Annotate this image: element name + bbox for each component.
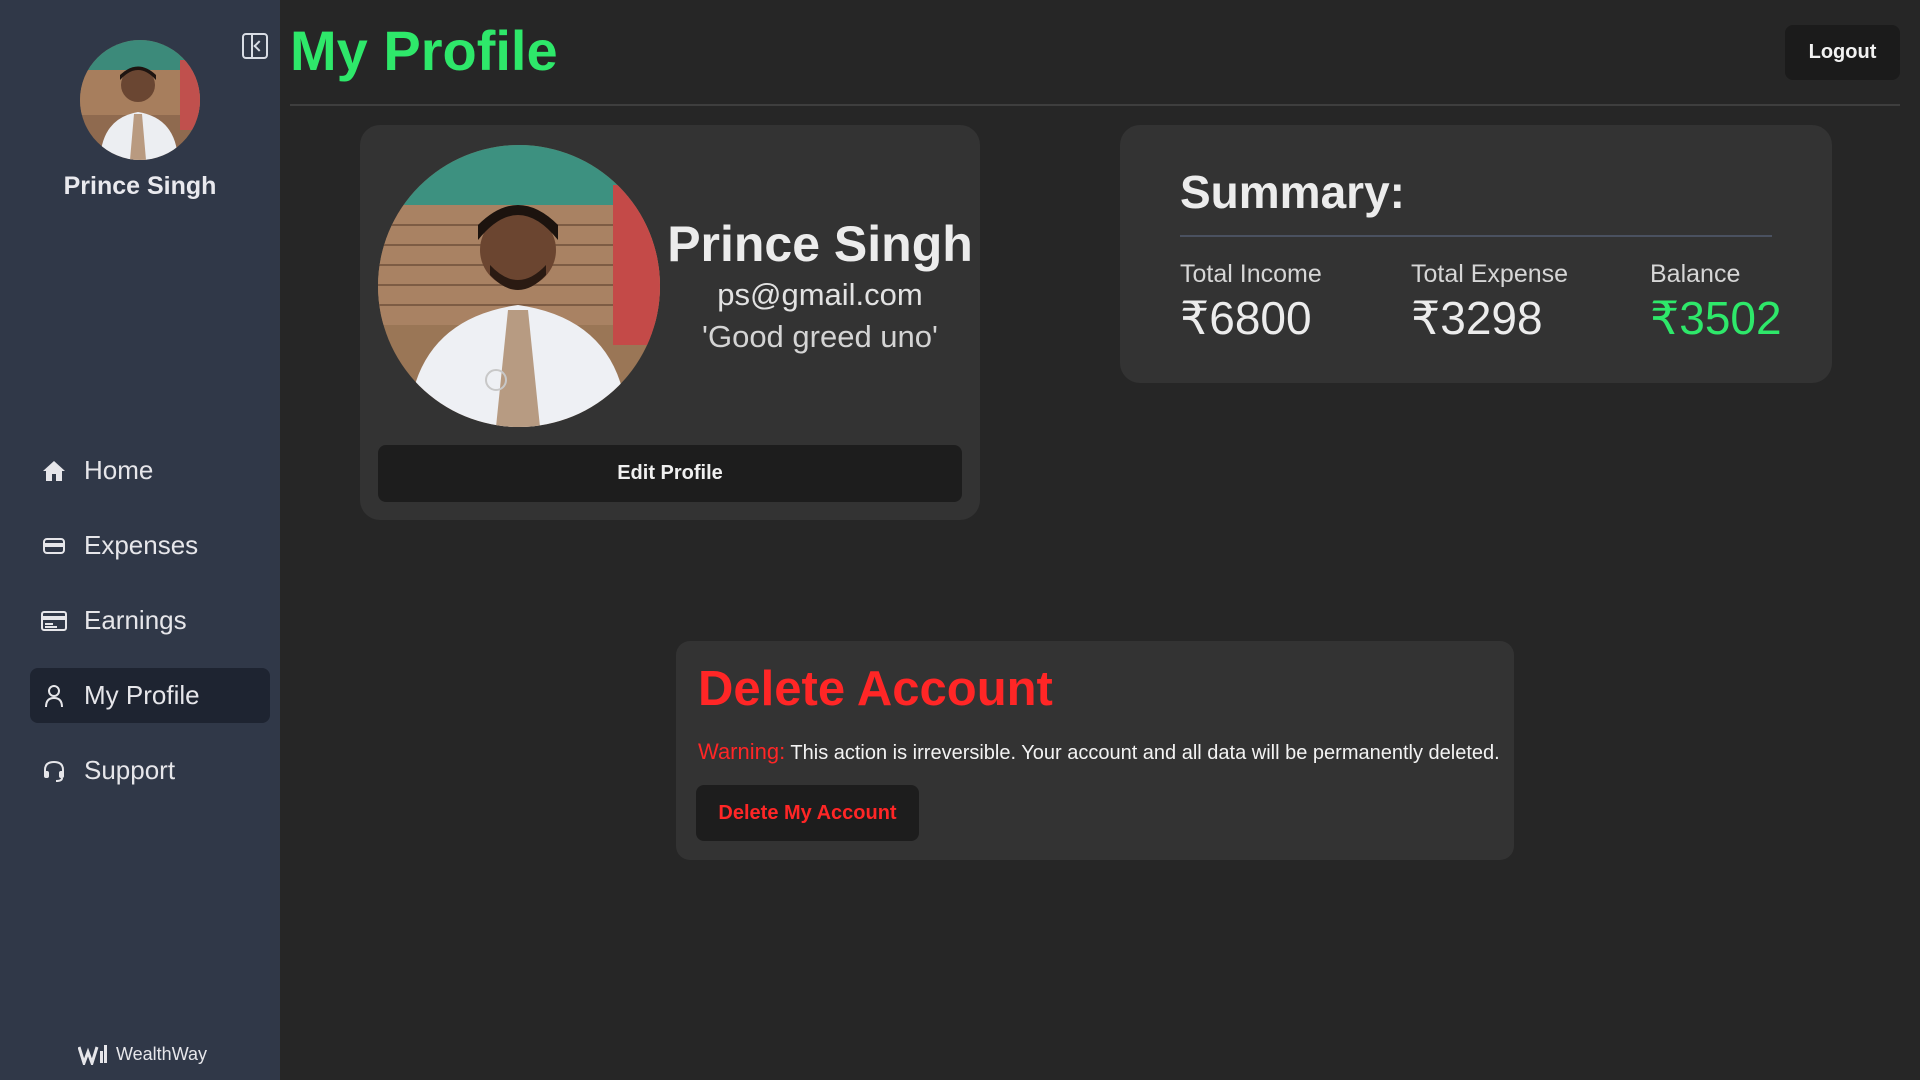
app-root: Prince Singh Home Expenses Earnings My P… <box>0 0 1920 1080</box>
summary-card: Summary: Total Income ₹6800 Total Expens… <box>1120 125 1832 383</box>
sidebar-item-label: My Profile <box>84 680 200 710</box>
home-icon <box>40 457 68 485</box>
balance-label: Balance <box>1650 260 1741 288</box>
profile-info: Prince Singh ps@gmail.com 'Good greed un… <box>660 215 980 355</box>
user-icon <box>40 682 68 710</box>
total-income-value: ₹6800 <box>1180 292 1312 344</box>
sidebar-item-label: Home <box>84 455 154 485</box>
sidebar-item-label: Earnings <box>84 605 187 635</box>
profile-motto: 'Good greed uno' <box>702 319 938 354</box>
warning-label: Warning: <box>698 739 786 764</box>
edit-profile-button[interactable]: Edit Profile <box>378 445 962 502</box>
profile-photo <box>378 145 660 427</box>
wallet-icon <box>40 532 68 560</box>
total-expense-label: Total Expense <box>1411 260 1569 288</box>
logout-button[interactable]: Logout <box>1785 25 1900 80</box>
delete-account-card: Delete Account Warning: This action is i… <box>676 641 1514 860</box>
summary-divider <box>1180 235 1772 237</box>
total-expense-value: ₹3298 <box>1411 292 1543 344</box>
total-income-label: Total Income <box>1180 260 1322 288</box>
sidebar-item-label: Expenses <box>84 530 199 560</box>
avatar <box>80 40 200 160</box>
warning-text: This action is irreversible. Your accoun… <box>785 742 1500 764</box>
profile-email: ps@gmail.com <box>717 277 923 312</box>
balance-value: ₹3502 <box>1650 292 1782 344</box>
page-title: My Profile <box>290 19 558 82</box>
card-icon <box>40 607 68 635</box>
delete-account-button[interactable]: Delete My Account <box>696 785 919 841</box>
header-divider <box>290 104 1900 106</box>
brand-name: WealthWay <box>116 1043 208 1064</box>
summary-title: Summary: <box>1180 166 1405 218</box>
brand-logo-icon <box>77 1043 108 1068</box>
total-income-stat: Total Income ₹6800 <box>1180 260 1322 345</box>
sidebar: Prince Singh Home Expenses Earnings My P… <box>0 0 280 1080</box>
balance-stat: Balance ₹3502 <box>1650 260 1782 345</box>
sidebar-item-home[interactable]: Home <box>30 443 270 498</box>
brand: WealthWay <box>77 1043 208 1068</box>
sidebar-item-expenses[interactable]: Expenses <box>30 518 270 573</box>
profile-name: Prince Singh <box>667 216 973 272</box>
profile-card: Prince Singh ps@gmail.com 'Good greed un… <box>360 125 980 520</box>
sidebar-collapse-icon[interactable] <box>242 33 268 59</box>
sidebar-user-name: Prince Singh <box>63 172 217 200</box>
headset-icon <box>40 757 68 785</box>
total-expense-stat: Total Expense ₹3298 <box>1411 260 1568 345</box>
delete-warning: Warning: This action is irreversible. Yo… <box>698 739 1500 765</box>
sidebar-item-label: Support <box>84 755 176 785</box>
sidebar-item-support[interactable]: Support <box>30 743 270 798</box>
delete-account-title: Delete Account <box>698 662 1053 716</box>
sidebar-item-earnings[interactable]: Earnings <box>30 593 270 648</box>
sidebar-item-my-profile[interactable]: My Profile <box>30 668 270 723</box>
sidebar-nav: Home Expenses Earnings My Profile Suppor… <box>30 443 270 818</box>
